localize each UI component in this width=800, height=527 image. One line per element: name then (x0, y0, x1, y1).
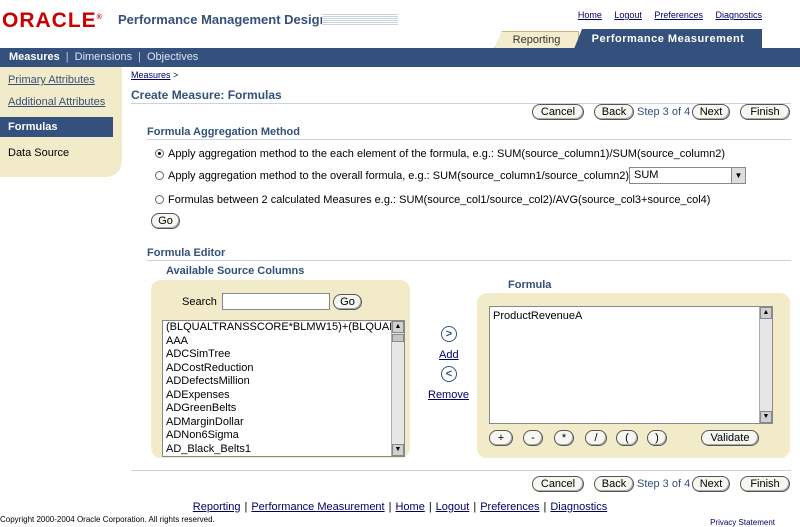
bottom-rule (131, 470, 791, 471)
footer-home-link[interactable]: Home (395, 501, 424, 513)
tab-reporting[interactable]: Reporting (494, 31, 579, 48)
formula-editor-rule (147, 260, 791, 261)
scroll-down-icon[interactable]: ▼ (392, 444, 404, 456)
nav-measures[interactable]: Measures (9, 51, 60, 63)
close-paren-button[interactable]: ) (647, 430, 667, 446)
list-item[interactable]: ADCSimTree (163, 348, 404, 362)
copyright-text: Copyright 2000-2004 Oracle Corporation. … (0, 515, 215, 524)
formula-textarea[interactable]: ProductRevenueA ▲ ▼ (489, 306, 773, 424)
listbox-scrollbar[interactable]: ▲ ▼ (391, 321, 404, 456)
step-indicator-top: Step 3 of 4 (637, 106, 691, 118)
scroll-thumb[interactable] (392, 334, 404, 342)
add-arrow-icon[interactable]: > (441, 326, 457, 342)
aggregation-option-3-radio[interactable] (155, 195, 164, 204)
list-item[interactable]: ADExpenses (163, 389, 404, 403)
search-go-button[interactable]: Go (333, 294, 362, 310)
footer-diagnostics-link[interactable]: Diagnostics (550, 501, 607, 513)
sidebar-item-formulas[interactable]: Formulas (0, 117, 113, 137)
back-button-top[interactable]: Back (594, 104, 634, 120)
footer-preferences-link[interactable]: Preferences (480, 501, 539, 513)
divide-operator-button[interactable]: / (585, 430, 607, 446)
remove-link[interactable]: Remove (428, 389, 469, 401)
list-item[interactable]: ADMarginDollar (163, 416, 404, 430)
app-title: Performance Management Designer (118, 12, 340, 27)
formula-scrollbar[interactable]: ▲ ▼ (759, 307, 772, 423)
diagnostics-link[interactable]: Diagnostics (715, 10, 762, 20)
list-item[interactable]: ADGreenBelts (163, 402, 404, 416)
available-columns-heading: Available Source Columns (166, 265, 305, 277)
sidebar-item-additional-attributes[interactable]: Additional Attributes (0, 92, 113, 112)
aggregation-method-value: SUM (634, 169, 659, 181)
list-item[interactable]: AAA (163, 335, 404, 349)
aggregation-go-button[interactable]: Go (151, 213, 180, 229)
aggregation-option-3-label: Formulas between 2 calculated Measures e… (168, 194, 711, 206)
sidebar-item-data-source[interactable]: Data Source (0, 143, 113, 163)
scroll-down-icon[interactable]: ▼ (760, 411, 772, 423)
nav-objectives[interactable]: Objectives (147, 51, 198, 63)
multiply-operator-button[interactable]: * (554, 430, 574, 446)
side-navigation: Primary Attributes Additional Attributes… (0, 67, 122, 177)
search-label: Search (182, 296, 217, 308)
aggregation-option-1-radio[interactable] (155, 149, 164, 158)
add-link[interactable]: Add (439, 349, 459, 361)
step-indicator-bottom: Step 3 of 4 (637, 478, 691, 490)
title-rule (131, 103, 791, 104)
back-button-bottom[interactable]: Back (594, 476, 634, 492)
tab-performance-measurement[interactable]: Performance Measurement (574, 29, 762, 49)
aggregation-heading: Formula Aggregation Method (147, 126, 300, 138)
breadcrumb-separator: > (173, 70, 179, 80)
aggregation-option-1-label: Apply aggregation method to the each ele… (168, 148, 726, 160)
breadcrumb-measures-link[interactable]: Measures (131, 70, 171, 80)
scroll-up-icon[interactable]: ▲ (392, 321, 404, 333)
next-button-top[interactable]: Next (692, 104, 730, 120)
sub-navigation-bar: Measures | Dimensions | Objectives (0, 48, 800, 67)
available-columns-listbox[interactable]: (BLQUALTRANSSCORE*BLMW15)+(BLQUALT AAA A… (162, 320, 405, 457)
list-item[interactable]: ADNon6Sigma (163, 429, 404, 443)
aggregation-option-2-label: Apply aggregation method to the overall … (168, 170, 630, 182)
minus-operator-button[interactable]: - (523, 430, 543, 446)
formula-text: ProductRevenueA (493, 310, 583, 322)
search-input[interactable] (222, 293, 330, 310)
sidebar-item-primary-attributes[interactable]: Primary Attributes (0, 70, 113, 90)
breadcrumb: Measures > (131, 70, 178, 80)
remove-arrow-icon[interactable]: < (441, 366, 457, 382)
cancel-button-bottom[interactable]: Cancel (532, 476, 584, 492)
oracle-logo: ORACLE® (2, 9, 103, 32)
list-item[interactable]: ADDefectsMillion (163, 375, 404, 389)
dropdown-arrow-icon[interactable]: ▼ (731, 168, 745, 183)
list-item[interactable]: AD_Black_Belts1 (163, 443, 404, 457)
list-item[interactable]: ADCostReduction (163, 362, 404, 376)
footer-logout-link[interactable]: Logout (436, 501, 470, 513)
logout-link[interactable]: Logout (614, 10, 642, 20)
cancel-button-top[interactable]: Cancel (532, 104, 584, 120)
plus-operator-button[interactable]: + (489, 430, 513, 446)
aggregation-rule (147, 139, 791, 140)
title-decoration (322, 13, 398, 26)
home-link[interactable]: Home (578, 10, 602, 20)
footer-links: Reporting | Performance Measurement | Home | L… (192, 501, 608, 513)
page-title: Create Measure: Formulas (131, 88, 282, 102)
footer-performance-link[interactable]: Performance Measurement (251, 501, 384, 513)
formula-heading: Formula (508, 279, 552, 291)
preferences-link[interactable]: Preferences (654, 10, 703, 20)
validate-button[interactable]: Validate (701, 430, 759, 446)
open-paren-button[interactable]: ( (616, 430, 638, 446)
footer-reporting-link[interactable]: Reporting (193, 501, 241, 513)
formula-editor-heading: Formula Editor (147, 247, 226, 259)
finish-button-bottom[interactable]: Finish (740, 476, 790, 492)
scroll-up-icon[interactable]: ▲ (760, 307, 772, 319)
nav-dimensions[interactable]: Dimensions (75, 51, 132, 63)
next-button-bottom[interactable]: Next (692, 476, 730, 492)
list-item[interactable]: (BLQUALTRANSSCORE*BLMW15)+(BLQUALT (163, 321, 404, 335)
global-links: Home Logout Preferences Diagnostics (568, 10, 762, 20)
aggregation-option-2-radio[interactable] (155, 171, 164, 180)
finish-button-top[interactable]: Finish (740, 104, 790, 120)
aggregation-method-select[interactable]: SUM ▼ (629, 167, 746, 184)
